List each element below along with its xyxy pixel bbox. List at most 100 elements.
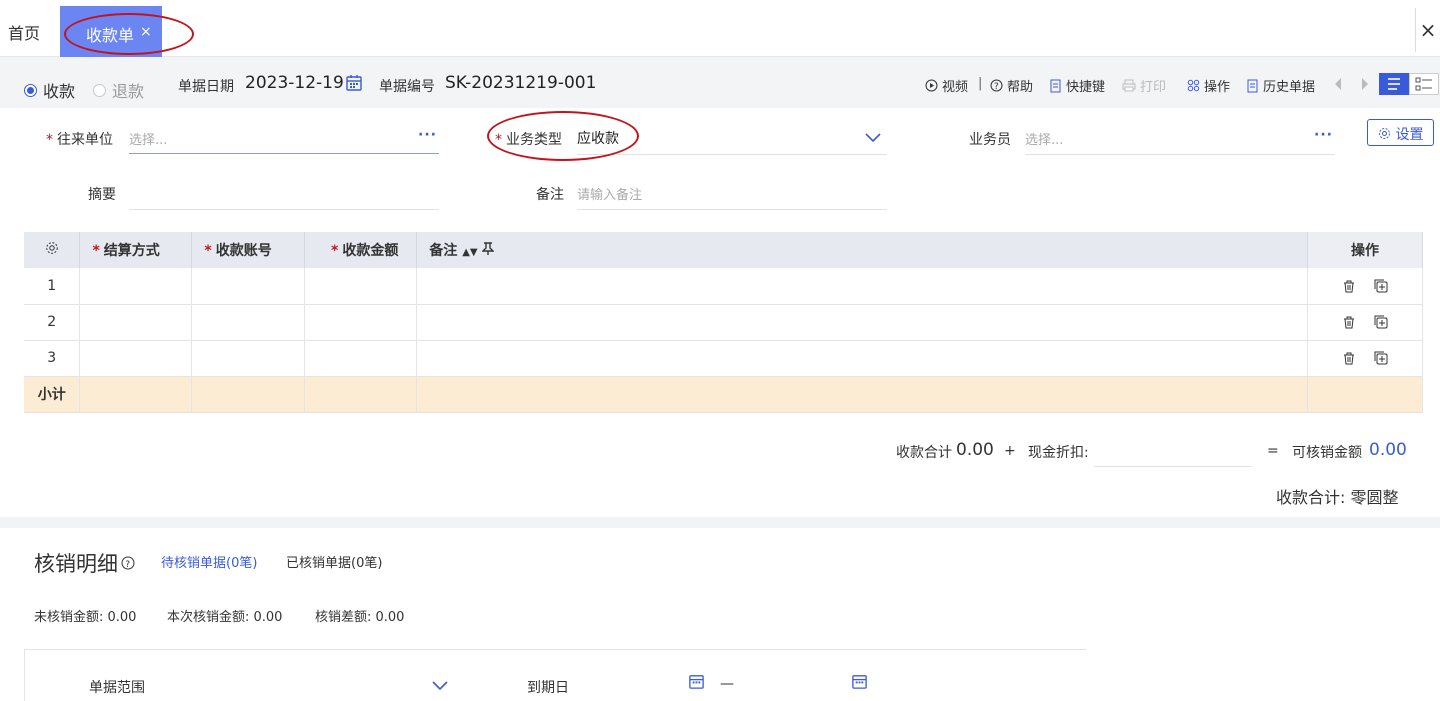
required-mark: *: [204, 243, 212, 259]
current-amount: 本次核销金额: 0.00: [167, 610, 283, 625]
table-header-row: * 结算方式 * 收款账号 * 收款金额 备注 ▲▼ 操作: [24, 232, 1424, 268]
prev-arrow-icon[interactable]: [1334, 76, 1342, 95]
gear-icon: [1379, 128, 1390, 139]
next-arrow-icon[interactable]: [1361, 76, 1369, 95]
detail-view-toggle[interactable]: [1409, 73, 1439, 95]
cell-remark[interactable]: [416, 268, 1308, 305]
cell-method[interactable]: [79, 268, 193, 305]
window-close-icon[interactable]: ×: [1415, 8, 1440, 52]
chevron-down-icon[interactable]: [865, 128, 881, 147]
document-toolbar: 收款 退款 单据日期 2023-12-19 单据编号 SK-20231219-0…: [0, 60, 1440, 108]
plus-sign: +: [1004, 443, 1016, 459]
calendar-icon[interactable]: [851, 673, 868, 694]
printer-icon: [1122, 79, 1136, 92]
svg-text:?: ?: [994, 82, 999, 92]
cell-amount[interactable]: [304, 340, 418, 377]
sort-icon[interactable]: ▲▼: [462, 247, 477, 258]
writeoff-title: 核销明细: [34, 552, 118, 576]
toolbar-divider: |: [978, 76, 983, 91]
remark-underline: [577, 209, 887, 210]
header-amount-label: 收款金额: [342, 243, 399, 259]
header-ops: 操作: [1307, 232, 1424, 268]
remark-input[interactable]: 请输入备注: [577, 184, 642, 203]
equals-sign: =: [1267, 443, 1279, 459]
subtotal-cell: [416, 376, 1308, 413]
copy-icon[interactable]: [1374, 351, 1388, 365]
cell-amount[interactable]: [304, 304, 418, 341]
history-button[interactable]: 历史单据: [1246, 76, 1315, 95]
date-value[interactable]: 2023-12-19: [245, 73, 344, 93]
operate-label: 操作: [1204, 80, 1231, 95]
tab-bar: 首页 收款单 × ×: [0, 0, 1440, 57]
copy-icon[interactable]: [1374, 315, 1388, 329]
shortcut-button[interactable]: 快捷键: [1049, 76, 1105, 95]
svg-text:?: ?: [125, 560, 130, 570]
question-icon[interactable]: ?: [121, 555, 135, 574]
radio-refund[interactable]: 退款: [93, 78, 144, 102]
tab-home[interactable]: 首页: [8, 20, 40, 44]
tab-receipt[interactable]: 收款单 ×: [60, 6, 162, 57]
cell-remark[interactable]: [416, 340, 1308, 377]
radio-dot: [93, 83, 106, 97]
type-label: * 业务类型: [495, 129, 562, 149]
partner-more-icon[interactable]: ···: [418, 127, 437, 143]
video-button[interactable]: 视频: [925, 76, 968, 95]
trash-icon[interactable]: [1342, 315, 1356, 329]
tab-pending[interactable]: 待核销单据(0笔): [161, 552, 257, 571]
row-index: 2: [24, 304, 81, 341]
cell-method[interactable]: [79, 304, 193, 341]
radio-dot-selected: [24, 83, 37, 97]
tab-close-icon[interactable]: ×: [140, 24, 152, 40]
settings-button[interactable]: 设置: [1367, 119, 1434, 146]
cell-method[interactable]: [79, 340, 193, 377]
gear-icon: [45, 242, 58, 254]
history-doc-icon: [1247, 79, 1258, 92]
subtotal-cell: [79, 376, 193, 413]
pin-icon[interactable]: [481, 242, 496, 259]
cell-account[interactable]: [191, 304, 306, 341]
tab-receipt-label: 收款单: [86, 26, 135, 45]
remark-label: 备注: [536, 187, 564, 203]
column-settings-cell[interactable]: [24, 232, 81, 268]
cell-account[interactable]: [191, 268, 306, 305]
writeoff-value: 0.00: [1369, 440, 1407, 460]
detail-list-icon: [1415, 77, 1432, 91]
list-icon: [1388, 78, 1400, 90]
list-view-toggle[interactable]: [1379, 73, 1409, 95]
type-underline: [577, 154, 887, 155]
diff-amount: 核销差额: 0.00: [315, 610, 405, 625]
cell-amount[interactable]: [304, 268, 418, 305]
required-mark: *: [46, 132, 53, 148]
doc-no-label: 单据编号: [379, 79, 435, 95]
chevron-down-icon[interactable]: [432, 676, 448, 695]
print-button[interactable]: 打印: [1122, 76, 1166, 95]
video-label: 视频: [942, 80, 969, 95]
header-account: * 收款账号: [191, 232, 306, 268]
tab-done[interactable]: 已核销单据(0笔): [286, 552, 382, 571]
operate-button[interactable]: 操作: [1187, 76, 1230, 95]
calendar-icon[interactable]: [345, 74, 363, 96]
copy-icon[interactable]: [1374, 279, 1388, 293]
sum-label: 收款合计: [896, 445, 952, 461]
help-button[interactable]: ? 帮助: [990, 76, 1033, 95]
unwritten-amount: 未核销金额: 0.00: [34, 610, 137, 625]
header-remark: 备注 ▲▼: [416, 232, 1308, 268]
trash-icon[interactable]: [1342, 351, 1356, 365]
cell-account[interactable]: [191, 340, 306, 377]
summary-input[interactable]: [129, 209, 439, 210]
staff-input[interactable]: 选择...: [1025, 129, 1063, 148]
staff-more-icon[interactable]: ···: [1314, 127, 1333, 143]
discount-input[interactable]: [1094, 466, 1251, 467]
trash-icon[interactable]: [1342, 279, 1356, 293]
calendar-icon[interactable]: [688, 673, 705, 694]
type-select[interactable]: 应收款: [577, 128, 619, 148]
radio-receive[interactable]: 收款: [24, 78, 75, 102]
help-label: 帮助: [1007, 80, 1034, 95]
partner-input[interactable]: 选择...: [129, 129, 167, 148]
cell-ops: [1307, 340, 1424, 377]
cell-remark[interactable]: [416, 304, 1308, 341]
subtotal-cell: [1307, 376, 1424, 413]
required-mark: *: [331, 243, 339, 259]
partner-underline: [129, 153, 439, 154]
subtotal-cell: [304, 376, 418, 413]
